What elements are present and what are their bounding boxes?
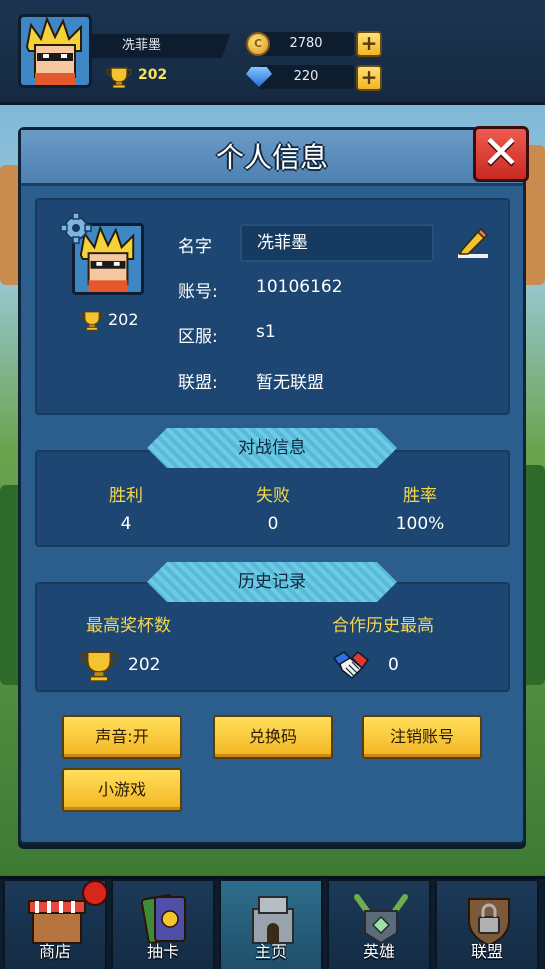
winrate-label: 胜率 — [403, 486, 437, 506]
hud-player-name: 冼菲墨 — [92, 34, 230, 58]
name-label: 名字 — [178, 237, 212, 257]
gem-amount: 220 — [293, 69, 319, 84]
nav-draw-label: 抽卡 — [146, 942, 179, 961]
player-avatar[interactable] — [18, 14, 92, 88]
wins-label: 胜利 — [109, 486, 143, 506]
losses-value: 0 — [267, 514, 279, 534]
alliance-value: 暂无联盟 — [256, 373, 324, 393]
winrate-value: 100% — [395, 514, 445, 534]
modal-title: 个人信息 — [215, 141, 328, 174]
gold-bar: 2780 — [258, 32, 354, 56]
coop-value: 0 — [388, 655, 399, 675]
nav-home[interactable]: 主页 — [219, 879, 323, 969]
pencil-icon[interactable] — [456, 226, 490, 260]
trophy-icon — [80, 311, 104, 331]
sound-toggle-button[interactable]: 声音:开 — [62, 715, 182, 759]
alliance-label: 联盟: — [178, 373, 218, 393]
server-value: s1 — [256, 322, 276, 342]
account-value: 10106162 — [256, 277, 343, 297]
trophy-icon — [80, 650, 118, 681]
battle-title: 对战信息 — [238, 438, 306, 458]
coin-icon: C — [246, 32, 270, 56]
gem-bar: 220 — [258, 65, 354, 89]
gold-amount: 2780 — [289, 36, 323, 51]
add-gems-button[interactable]: + — [356, 65, 382, 91]
handshake-icon — [332, 650, 370, 680]
account-label: 账号: — [178, 282, 218, 302]
minigame-button[interactable]: 小游戏 — [62, 768, 182, 812]
hud-trophy-count: 202 — [138, 67, 168, 83]
profile-trophy-count: 202 — [108, 310, 139, 329]
nav-hero-label: 英雄 — [362, 942, 395, 961]
trophy-icon — [106, 67, 132, 88]
nav-draw[interactable]: 抽卡 — [111, 879, 215, 969]
spiky-hair-hero-icon — [21, 17, 89, 85]
wins-value: 4 — [120, 514, 132, 534]
close-button[interactable]: ✕ — [473, 126, 529, 182]
modal-header: 个人信息 — [21, 130, 523, 186]
nav-shop-label: 商店 — [38, 942, 71, 961]
max-trophies-value: 202 — [128, 655, 161, 675]
server-label: 区服: — [178, 327, 218, 347]
shop-notification-badge — [82, 880, 108, 906]
redeem-code-button[interactable]: 兑换码 — [213, 715, 333, 759]
top-hud: 冼菲墨 202 2780 C + 220 + — [0, 0, 545, 105]
name-field[interactable]: 冼菲墨 — [240, 224, 434, 262]
nav-home-label: 主页 — [254, 942, 287, 961]
max-trophies-label: 最高奖杯数 — [86, 616, 171, 636]
nav-hero[interactable]: 英雄 — [327, 879, 431, 969]
gear-icon[interactable] — [60, 212, 92, 244]
losses-label: 失败 — [256, 486, 290, 506]
logout-button[interactable]: 注销账号 — [362, 715, 482, 759]
nav-alliance[interactable]: 联盟 — [435, 879, 539, 969]
history-title: 历史记录 — [238, 572, 306, 592]
nav-alliance-label: 联盟 — [470, 942, 503, 961]
add-gold-button[interactable]: + — [356, 31, 382, 57]
coop-label: 合作历史最高 — [332, 616, 434, 636]
